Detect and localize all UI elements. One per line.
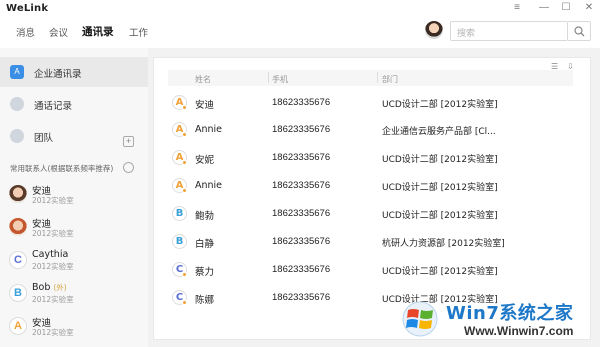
row-name: Annie bbox=[195, 124, 223, 135]
row-dept: UCD设计二部 [2012实验室] bbox=[382, 183, 498, 193]
app-logo: WeLink bbox=[6, 3, 49, 14]
row-dept: UCD设计二部 [2012实验室] bbox=[382, 267, 498, 277]
tab-messages[interactable]: 消息 bbox=[16, 25, 35, 39]
avatar bbox=[9, 218, 27, 236]
column-header-dept[interactable]: 部门 bbox=[382, 74, 398, 85]
settings-icon[interactable] bbox=[123, 162, 134, 173]
watermark: Win7系统之家 Www.Winwin7.com bbox=[400, 298, 598, 344]
avatar bbox=[9, 185, 27, 203]
contact-dept: 2012实验室 bbox=[32, 295, 74, 304]
external-badge: (外) bbox=[53, 283, 67, 292]
title-bar: WeLink ≡ — ☐ ✕ bbox=[0, 0, 600, 18]
row-phone: 18623335676 bbox=[272, 152, 331, 163]
avatar: B bbox=[9, 284, 27, 302]
frequent-contacts-title: 常用联系人(根据联系频率推荐) bbox=[10, 164, 114, 173]
tab-meetings[interactable]: 会议 bbox=[49, 25, 68, 39]
avatar: A bbox=[9, 317, 27, 335]
status-dot bbox=[182, 272, 187, 277]
row-phone: 18623335676 bbox=[272, 208, 331, 219]
row-name: 安迪 bbox=[195, 100, 215, 111]
row-name: 陈娜 bbox=[195, 295, 215, 306]
table-row[interactable]: A 安迪 18623335676 UCD设计二部 [2012实验室] bbox=[168, 93, 573, 120]
sidebar-item-label: 通话记录 bbox=[34, 101, 73, 112]
table-row[interactable]: B 白静 18623335676 杭研人力资源部 [2012实验室] bbox=[168, 232, 573, 259]
contact-name-text: Bob bbox=[32, 282, 51, 293]
column-divider bbox=[377, 72, 378, 83]
status-dot bbox=[182, 132, 187, 137]
status-dot bbox=[182, 160, 187, 165]
row-name: 蔡力 bbox=[195, 267, 215, 278]
tab-work[interactable]: 工作 bbox=[129, 25, 148, 39]
row-dept: 企业通信云服务产品部 [Cl... bbox=[382, 127, 496, 137]
maximize-icon[interactable]: ☐ bbox=[557, 1, 575, 15]
tab-contacts[interactable]: 通讯录 bbox=[82, 24, 114, 39]
row-dept: UCD设计二部 [2012实验室] bbox=[382, 100, 498, 110]
column-header-name[interactable]: 姓名 bbox=[195, 74, 211, 85]
search-input[interactable]: 搜索 bbox=[450, 21, 568, 41]
status-dot bbox=[182, 188, 187, 193]
frequent-contact[interactable]: 安迪 2012实验室 bbox=[0, 213, 148, 246]
contact-name: Caythia bbox=[32, 249, 69, 260]
avatar: B bbox=[172, 206, 187, 221]
row-name: 白静 bbox=[195, 239, 215, 250]
contact-dept: 2012实验室 bbox=[32, 262, 74, 271]
frequent-contact[interactable]: A 安迪 2012实验室 bbox=[0, 312, 148, 345]
status-dot bbox=[182, 105, 187, 110]
row-name: 鲍勃 bbox=[195, 211, 215, 222]
row-dept: UCD设计二部 [2012实验室] bbox=[382, 211, 498, 221]
table-row[interactable]: A Annie 18623335676 企业通信云服务产品部 [Cl... bbox=[168, 120, 573, 147]
phone-icon bbox=[10, 97, 24, 111]
contact-dept: 2012实验室 bbox=[32, 196, 74, 205]
close-icon[interactable]: ✕ bbox=[580, 1, 598, 15]
column-divider bbox=[268, 72, 269, 83]
sidebar-item-label: 团队 bbox=[34, 133, 54, 144]
contact-name: Bob (外) bbox=[32, 282, 67, 293]
frequent-contact[interactable]: 安迪 2012实验室 bbox=[0, 180, 148, 213]
table-row[interactable]: B 鲍勃 18623335676 UCD设计二部 [2012实验室] bbox=[168, 204, 573, 231]
contact-dept: 2012实验室 bbox=[32, 328, 74, 337]
sidebar-item-enterprise-contacts[interactable]: A 企业通讯录 bbox=[0, 57, 148, 87]
frequent-contact[interactable]: B Bob (外) 2012实验室 bbox=[0, 279, 148, 312]
sidebar-item-label: 企业通讯录 bbox=[34, 69, 82, 80]
sidebar-item-call-log[interactable]: 通话记录 bbox=[0, 89, 148, 119]
column-header-phone[interactable]: 手机 bbox=[272, 74, 288, 85]
row-phone: 18623335676 bbox=[272, 124, 331, 135]
status-dot bbox=[182, 300, 187, 305]
menu-icon[interactable]: ≡ bbox=[508, 1, 526, 15]
frequent-contact[interactable]: C Caythia 2012实验室 bbox=[0, 246, 148, 279]
avatar: C bbox=[9, 251, 27, 269]
row-name: Annie bbox=[195, 180, 223, 191]
watermark-url: Www.Winwin7.com bbox=[464, 324, 574, 338]
row-phone: 18623335676 bbox=[272, 180, 331, 191]
search-icon bbox=[574, 26, 585, 37]
row-dept: UCD设计二部 [2012实验室] bbox=[382, 155, 498, 165]
table-header bbox=[168, 70, 573, 86]
row-phone: 18623335676 bbox=[272, 236, 331, 247]
row-phone: 18623335676 bbox=[272, 264, 331, 275]
table-row[interactable]: A Annie 18623335676 UCD设计二部 [2012实验室] bbox=[168, 176, 573, 203]
minimize-icon[interactable]: — bbox=[535, 1, 553, 15]
row-phone: 18623335676 bbox=[272, 97, 331, 108]
windows-logo-icon bbox=[402, 301, 438, 337]
watermark-title: Win7系统之家 bbox=[446, 303, 574, 324]
row-phone: 18623335676 bbox=[272, 292, 331, 303]
row-dept: 杭研人力资源部 [2012实验室] bbox=[382, 239, 505, 249]
add-team-button[interactable]: + bbox=[123, 136, 134, 147]
contacts-book-icon: A bbox=[10, 65, 24, 79]
team-icon bbox=[10, 129, 24, 143]
contact-dept: 2012实验室 bbox=[32, 229, 74, 238]
table-row[interactable]: A 安妮 18623335676 UCD设计二部 [2012实验室] bbox=[168, 148, 573, 175]
table-row[interactable]: C 蔡力 18623335676 UCD设计二部 [2012实验室] bbox=[168, 260, 573, 287]
avatar: B bbox=[172, 234, 187, 249]
user-avatar[interactable] bbox=[425, 21, 443, 39]
row-name: 安妮 bbox=[195, 155, 215, 166]
search-button[interactable] bbox=[568, 21, 591, 41]
